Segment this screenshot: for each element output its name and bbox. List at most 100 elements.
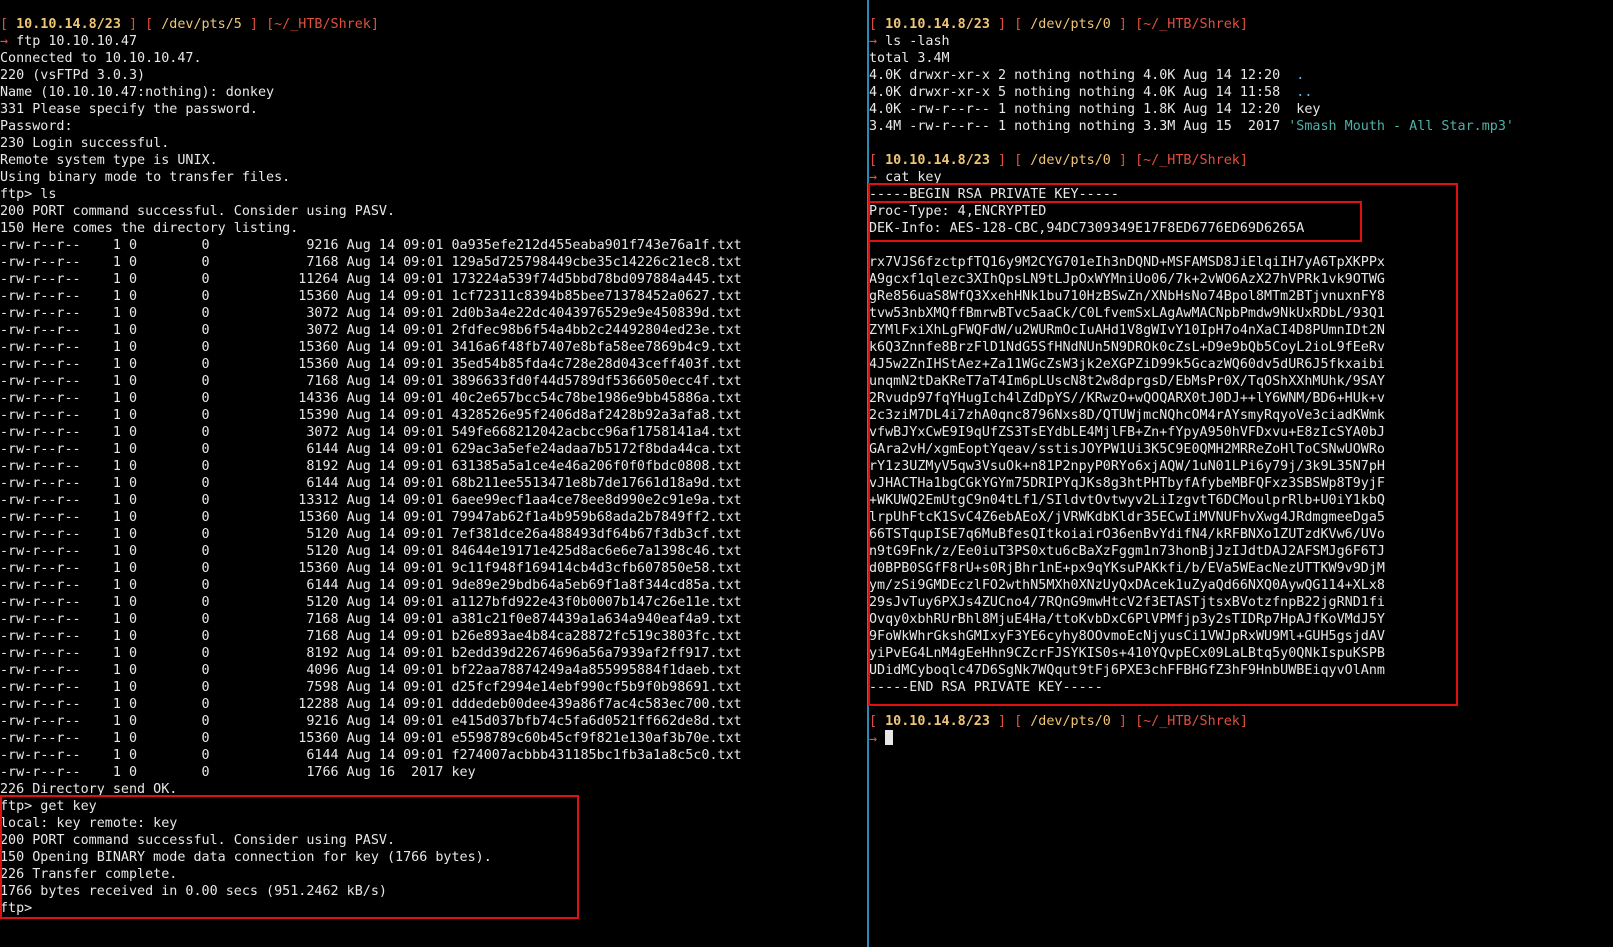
listing-row: -rw-r--r-- 1 0 0 15390 Aug 14 09:01 4328…: [0, 408, 742, 423]
listing-row: -rw-r--r-- 1 0 0 1766 Aug 16 2017 key: [0, 765, 476, 780]
listing-row: -rw-r--r-- 1 0 0 7168 Aug 14 09:01 38966…: [0, 374, 742, 389]
listing-row: -rw-r--r-- 1 0 0 6144 Aug 14 09:01 68b21…: [0, 476, 742, 491]
listing-row: -rw-r--r-- 1 0 0 13312 Aug 14 09:01 6aee…: [0, 493, 742, 508]
prompt-bracket: ]: [1110, 153, 1136, 168]
listing-row: -rw-r--r-- 1 0 0 7168 Aug 14 09:01 a381c…: [0, 612, 742, 627]
prompt-tty: /dev/pts/0: [1030, 153, 1111, 168]
listing-row: -rw-r--r-- 1 0 0 15360 Aug 14 09:01 7994…: [0, 510, 742, 525]
prompt-bracket: ] [: [989, 17, 1031, 32]
ls-entry: 4.0K drwxr-xr-x 2 nothing nothing 4.0K A…: [869, 67, 1613, 84]
listing-row: -rw-r--r-- 1 0 0 4096 Aug 14 09:01 bf22a…: [0, 663, 742, 678]
listing-row: -rw-r--r-- 1 0 0 6144 Aug 14 09:01 629ac…: [0, 442, 742, 457]
command-text: ftp 10.10.10.47: [16, 34, 138, 49]
listing-row: -rw-r--r-- 1 0 0 15360 Aug 14 09:01 35ed…: [0, 357, 742, 372]
active-command-line[interactable]: →: [869, 730, 1613, 747]
listing-row: -rw-r--r-- 1 0 0 5120 Aug 14 09:01 7ef38…: [0, 527, 742, 542]
ftp-directory-listing: -rw-r--r-- 1 0 0 9216 Aug 14 09:01 0a935…: [0, 237, 867, 781]
listing-row: -rw-r--r-- 1 0 0 15360 Aug 14 09:01 1cf7…: [0, 289, 742, 304]
ls-total: total 3.4M: [869, 51, 950, 66]
ls-entry-name: 'Smash Mouth - All Star.mp3': [1288, 119, 1514, 134]
listing-row: -rw-r--r-- 1 0 0 9216 Aug 14 09:01 0a935…: [0, 238, 742, 253]
ftp-output-line: Name (10.10.10.47:nothing): donkey: [0, 85, 275, 100]
ftp-output-line: 150 Here comes the directory listing.: [0, 221, 299, 236]
prompt-cwd: [~/_HTB/Shrek]: [1135, 17, 1248, 32]
listing-row: -rw-r--r-- 1 0 0 8192 Aug 14 09:01 63138…: [0, 459, 742, 474]
listing-row: -rw-r--r-- 1 0 0 7598 Aug 14 09:01 d25fc…: [0, 680, 742, 695]
prompt-cwd: [~/_HTB/Shrek]: [266, 17, 379, 32]
prompt-bracket: [: [0, 17, 17, 32]
prompt-bracket: ] [: [989, 714, 1031, 729]
listing-row: -rw-r--r-- 1 0 0 15360 Aug 14 09:01 e559…: [0, 731, 742, 746]
ls-listing: 4.0K drwxr-xr-x 2 nothing nothing 4.0K A…: [869, 67, 1613, 135]
ls-entry-meta: 4.0K drwxr-xr-x 5 nothing nothing 4.0K A…: [869, 85, 1297, 100]
prompt-bracket: ]: [241, 17, 267, 32]
prompt-ip: 10.10.14.8/23: [885, 17, 990, 32]
prompt-bracket: ] [: [989, 153, 1031, 168]
annotation-box-key-file: [868, 183, 1458, 706]
ftp-output-line: 331 Please specify the password.: [0, 102, 258, 117]
listing-row: -rw-r--r-- 1 0 0 6144 Aug 14 09:01 9de89…: [0, 578, 742, 593]
ftp-session-output: Connected to 10.10.10.47. 220 (vsFTPd 3.0…: [0, 50, 867, 237]
command-line: → ftp 10.10.10.47: [0, 33, 867, 50]
prompt-bracket: [: [869, 17, 886, 32]
prompt-ip: 10.10.14.8/23: [16, 17, 121, 32]
prompt-cwd: [~/_HTB/Shrek]: [1135, 153, 1248, 168]
ls-entry: 3.4M -rw-r--r-- 1 nothing nothing 3.3M A…: [869, 118, 1613, 135]
prompt-arrow-icon: →: [0, 34, 9, 49]
prompt-arrow-icon: →: [869, 34, 878, 49]
listing-row: -rw-r--r-- 1 0 0 15360 Aug 14 09:01 9c11…: [0, 561, 742, 576]
listing-row: -rw-r--r-- 1 0 0 12288 Aug 14 09:01 ddde…: [0, 697, 742, 712]
prompt-line: [ 10.10.14.8/23 ] [ /dev/pts/0 ] [~/_HTB…: [869, 16, 1613, 33]
ftp-output-line: 230 Login successful.: [0, 136, 170, 151]
listing-row: -rw-r--r-- 1 0 0 8192 Aug 14 09:01 b2edd…: [0, 646, 742, 661]
listing-row: -rw-r--r-- 1 0 0 11264 Aug 14 09:01 1732…: [0, 272, 742, 287]
command-line: → ls -lash: [869, 33, 1613, 50]
ftp-output-line: Using binary mode to transfer files.: [0, 170, 291, 185]
ls-entry: 4.0K -rw-r--r-- 1 nothing nothing 1.8K A…: [869, 101, 1613, 118]
prompt-ip: 10.10.14.8/23: [885, 714, 990, 729]
listing-row: -rw-r--r-- 1 0 0 15360 Aug 14 09:01 3416…: [0, 340, 742, 355]
ls-entry-name: key: [1296, 102, 1321, 117]
prompt-arrow-icon: →: [869, 732, 878, 747]
listing-row: -rw-r--r-- 1 0 0 14336 Aug 14 09:01 40c2…: [0, 391, 742, 406]
listing-row: -rw-r--r-- 1 0 0 3072 Aug 14 09:01 2d0b3…: [0, 306, 742, 321]
command-text: ls -lash: [885, 34, 950, 49]
prompt-line: [ 10.10.14.8/23 ] [ /dev/pts/5 ] [~/_HTB…: [0, 16, 867, 33]
listing-row: -rw-r--r-- 1 0 0 7168 Aug 14 09:01 129a5…: [0, 255, 742, 270]
prompt-tty: /dev/pts/5: [161, 17, 242, 32]
ftp-output-line: 200 PORT command successful. Consider us…: [0, 204, 396, 219]
ftp-output-line: ftp> ls: [0, 187, 57, 202]
terminal-cursor[interactable]: [885, 730, 894, 745]
ftp-output-line: Password:: [0, 119, 73, 134]
listing-row: -rw-r--r-- 1 0 0 3072 Aug 14 09:01 549fe…: [0, 425, 742, 440]
ls-entry-name: .: [1296, 68, 1305, 83]
listing-row: -rw-r--r-- 1 0 0 5120 Aug 14 09:01 84644…: [0, 544, 742, 559]
ls-entry-meta: 4.0K -rw-r--r-- 1 nothing nothing 1.8K A…: [869, 102, 1297, 117]
listing-row: -rw-r--r-- 1 0 0 3072 Aug 14 09:01 2fdfe…: [0, 323, 742, 338]
prompt-bracket: ]: [1110, 17, 1136, 32]
prompt-line: [ 10.10.14.8/23 ] [ /dev/pts/0 ] [~/_HTB…: [869, 152, 1613, 169]
listing-row: -rw-r--r-- 1 0 0 9216 Aug 14 09:01 e415d…: [0, 714, 742, 729]
prompt-tty: /dev/pts/0: [1030, 17, 1111, 32]
prompt-bracket: ] [: [120, 17, 162, 32]
ls-entry-name: ..: [1296, 85, 1313, 100]
prompt-cwd: [~/_HTB/Shrek]: [1135, 714, 1248, 729]
prompt-bracket: [: [869, 153, 886, 168]
ftp-output-line: 220 (vsFTPd 3.0.3): [0, 68, 146, 83]
prompt-bracket: [: [869, 714, 886, 729]
listing-row: -rw-r--r-- 1 0 0 5120 Aug 14 09:01 a1127…: [0, 595, 742, 610]
ftp-output-line: Connected to 10.10.10.47.: [0, 51, 202, 66]
listing-row: -rw-r--r-- 1 0 0 7168 Aug 14 09:01 b26e8…: [0, 629, 742, 644]
prompt-line: [ 10.10.14.8/23 ] [ /dev/pts/0 ] [~/_HTB…: [869, 713, 1613, 730]
prompt-ip: 10.10.14.8/23: [885, 153, 990, 168]
annotation-box-key-header: [868, 201, 1362, 242]
listing-row: -rw-r--r-- 1 0 0 6144 Aug 14 09:01 f2740…: [0, 748, 742, 763]
prompt-bracket: ]: [1110, 714, 1136, 729]
ftp-output-line: Remote system type is UNIX.: [0, 153, 218, 168]
ls-entry-meta: 4.0K drwxr-xr-x 2 nothing nothing 4.0K A…: [869, 68, 1297, 83]
ls-entry: 4.0K drwxr-xr-x 5 nothing nothing 4.0K A…: [869, 84, 1613, 101]
ls-entry-meta: 3.4M -rw-r--r-- 1 nothing nothing 3.3M A…: [869, 119, 1289, 134]
annotation-box-get-key: [0, 795, 579, 919]
prompt-tty: /dev/pts/0: [1030, 714, 1111, 729]
